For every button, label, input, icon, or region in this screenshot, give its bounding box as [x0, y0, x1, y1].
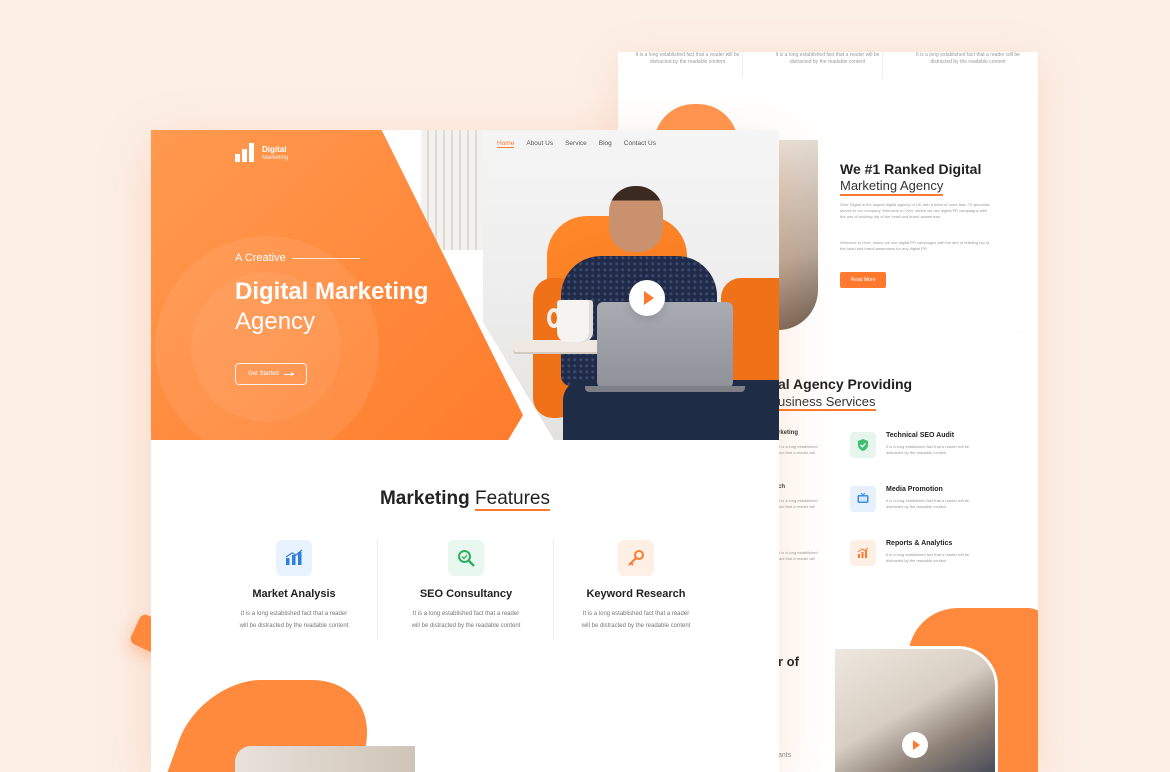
- back-top-col: It is a long established fact that a rea…: [916, 52, 1020, 65]
- service-title: Media Promotion: [886, 486, 943, 493]
- features-title-prefix: Marketing: [379, 488, 470, 509]
- service-title: Reports & Analytics: [886, 540, 953, 547]
- logo-tagline: Marketing: [262, 154, 289, 161]
- feature-name: Market Analysis: [252, 588, 336, 600]
- tv-icon: [850, 486, 876, 512]
- office-photo: [778, 140, 818, 330]
- nav-item-blog[interactable]: Blog: [599, 140, 612, 148]
- back-top-col: It is a long established fact that a rea…: [773, 52, 883, 78]
- section-title-fragment: r of: [778, 654, 799, 669]
- service-text: It is a long established fact that a rea…: [886, 498, 970, 509]
- service-title: ch: [778, 484, 786, 490]
- service-text: It is a long established fact that a rea…: [886, 552, 970, 563]
- feature-card: Market Analysis It is a long established…: [209, 540, 379, 632]
- key-icon: [618, 540, 654, 576]
- laptop: [597, 302, 733, 388]
- nav-item-home[interactable]: Home: [497, 140, 515, 148]
- ranked-subtitle: Marketing Agency: [840, 178, 944, 196]
- main-nav: Home About Us Service Blog Contact Us: [497, 140, 656, 148]
- service-text: It is a long established fact that a rea…: [778, 498, 818, 509]
- back-top-col: It is a long established fact that a rea…: [633, 52, 743, 78]
- play-icon[interactable]: [629, 280, 665, 316]
- service-title: rketing: [778, 430, 799, 436]
- read-more-button[interactable]: Read More: [840, 272, 886, 288]
- features-title: Marketing Features: [151, 488, 779, 511]
- ranked-paragraph: Welcome to Over, where we use digital PR…: [840, 240, 990, 251]
- person-head: [609, 186, 663, 252]
- hero-title: Digital Marketing: [235, 278, 429, 305]
- divider: [377, 540, 378, 640]
- get-started-label: Get Started: [248, 371, 279, 377]
- logo-icon: [235, 142, 257, 164]
- feature-name: Keyword Research: [586, 588, 686, 600]
- hero-title-line2: Agency: [235, 308, 316, 335]
- play-icon[interactable]: [902, 732, 928, 758]
- feature-name: SEO Consultancy: [419, 588, 513, 600]
- coffee-cup: [557, 300, 593, 342]
- magnifier-icon: [448, 540, 484, 576]
- feature-text: It is a long established fact that a rea…: [581, 611, 691, 629]
- service-text: It is a long established fact that a rea…: [886, 444, 970, 455]
- nav-item-contact[interactable]: Contact Us: [624, 140, 656, 148]
- services-title: al Agency Providing: [778, 376, 913, 392]
- hero-eyebrow: A Creative: [235, 252, 360, 264]
- bar-chart-icon: [276, 540, 312, 576]
- shield-check-icon: [850, 432, 876, 458]
- nav-item-service[interactable]: Service: [565, 140, 587, 148]
- text-fragment: ants: [778, 752, 792, 759]
- nav-item-about[interactable]: About Us: [526, 140, 553, 148]
- feature-card: Keyword Research It is a long establishe…: [551, 540, 721, 632]
- back-top-row: It is a long established fact that a rea…: [618, 52, 1038, 78]
- slider-arrow-icon[interactable]: [1020, 314, 1038, 350]
- logo[interactable]: Digital Marketing: [235, 142, 288, 164]
- service-text: It is a long established fact that a rea…: [778, 444, 818, 455]
- get-started-button[interactable]: Get Started: [235, 363, 307, 385]
- logo-name: Digital: [262, 144, 287, 154]
- front-page-mockup: Digital Marketing Home About Us Service …: [151, 130, 779, 772]
- feature-text: It is a long established fact that a rea…: [411, 611, 521, 629]
- hero-eyebrow-text: A Creative: [235, 252, 286, 264]
- section-photo: [235, 746, 415, 772]
- ranked-title: We #1 Ranked Digital: [840, 161, 982, 177]
- features-title-highlight: Features: [475, 488, 550, 511]
- service-text: It is a long established fact that a rea…: [778, 550, 818, 561]
- feature-text: It is a long established fact that a rea…: [239, 611, 349, 629]
- services-subtitle: usiness Services: [778, 394, 876, 411]
- arrow-right-icon: [283, 371, 294, 376]
- laptop-base: [585, 386, 745, 392]
- ranked-paragraph: Over Digital is the largest digital agen…: [840, 202, 990, 219]
- analytics-icon: [850, 540, 876, 566]
- service-title: Technical SEO Audit: [886, 432, 955, 439]
- feature-card: SEO Consultancy It is a long established…: [381, 540, 551, 632]
